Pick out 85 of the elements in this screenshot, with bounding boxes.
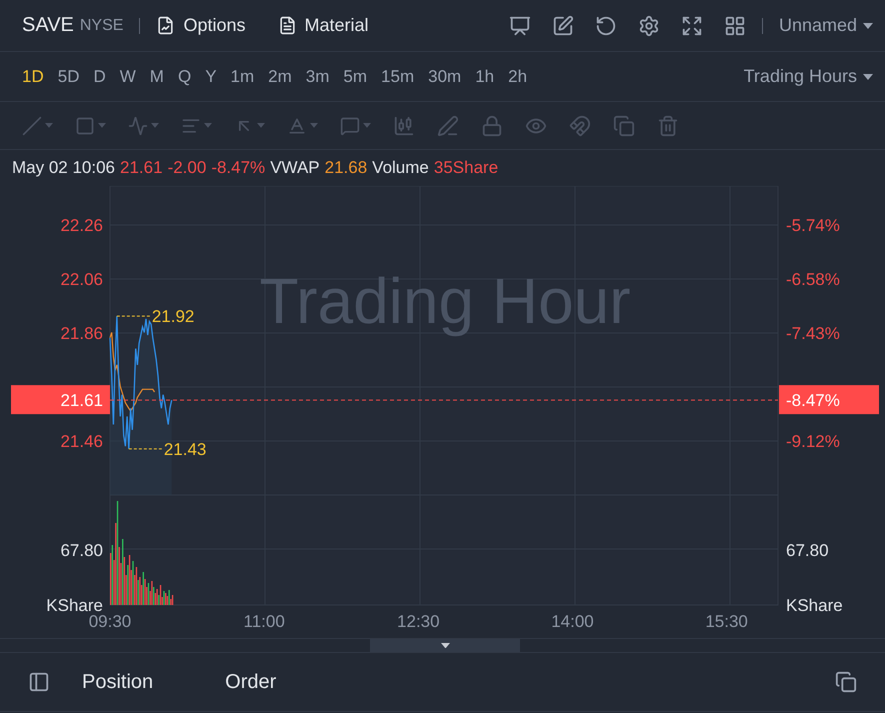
volume-unit-label: KShare (786, 596, 843, 615)
refresh-icon[interactable] (594, 14, 617, 36)
quote-text: Volume (372, 158, 429, 178)
percent-axis-label: -7.43% (786, 324, 840, 343)
time-axis-label: 12:30 (397, 612, 440, 631)
caret-icon (151, 123, 159, 128)
quote-text: 35Share (434, 158, 498, 178)
time-axis-label: 09:30 (88, 612, 132, 631)
price-axis-label: 22.26 (60, 216, 103, 235)
period-tab[interactable]: 15m (381, 66, 414, 86)
line-tool-icon[interactable] (22, 116, 42, 136)
symbol-text: SAVE (22, 14, 74, 37)
volume-axis-label: 67.80 (786, 541, 829, 560)
period-tab[interactable]: 2m (268, 66, 292, 86)
pattern-tool-icon[interactable] (128, 116, 148, 136)
leader-line (128, 448, 162, 450)
menu-button[interactable]: Material (278, 15, 369, 36)
percent-axis-label: -9.12% (786, 432, 840, 451)
menu-button[interactable]: Options (156, 15, 246, 36)
caret-icon (257, 123, 265, 128)
chart-document-icon (156, 16, 176, 35)
caret-icon (98, 123, 106, 128)
period-tab[interactable]: W (120, 66, 136, 86)
percent-marker: -8.47% (779, 385, 879, 414)
period-tab[interactable]: M (150, 66, 164, 86)
caret-icon (45, 123, 53, 128)
period-tab[interactable]: Q (178, 66, 192, 86)
fullscreen-icon[interactable] (680, 14, 703, 36)
candlestick-icon[interactable] (393, 114, 415, 136)
period-tab[interactable]: D (93, 66, 106, 86)
exchange-text: NYSE (80, 16, 124, 34)
text-tool-icon[interactable] (287, 116, 307, 136)
caret-icon (204, 123, 212, 128)
caret-icon (863, 74, 873, 80)
quote-text: -8.47% (211, 158, 266, 178)
quote-text: -2.00 (168, 158, 206, 178)
time-axis-label: 15:30 (705, 612, 748, 631)
period-tab[interactable]: 5m (343, 66, 368, 86)
grid-icon[interactable] (724, 14, 746, 36)
panel-icon[interactable] (28, 671, 50, 693)
session-dropdown[interactable]: Trading Hours (744, 66, 873, 87)
percent-axis-label: -6.58% (786, 270, 840, 289)
price-axis-label: 22.06 (60, 270, 103, 289)
caret-icon (363, 123, 371, 128)
quote-text: 21.61 (120, 158, 163, 178)
settings-icon[interactable] (638, 14, 660, 36)
time-axis-label: 14:00 (551, 612, 594, 631)
period-tab[interactable]: 1m (230, 66, 254, 86)
period-tab[interactable]: 1D (22, 66, 44, 86)
label-tool-icon[interactable] (340, 116, 360, 136)
period-tab[interactable]: 2h (508, 66, 528, 86)
price-axis-label: 21.46 (60, 432, 103, 451)
quote-text: 21.68 (324, 158, 368, 178)
volume-axis-label: 67.80 (60, 541, 103, 560)
price-marker: 21.61 (11, 385, 110, 414)
period-tab[interactable]: 1h (475, 66, 494, 86)
panel-tab[interactable]: Order (225, 670, 276, 694)
caret-icon (440, 642, 450, 648)
percent-axis-label: -5.74% (786, 216, 840, 235)
price-axis-label: 21.86 (60, 324, 103, 343)
caret-icon (310, 123, 318, 128)
extreme-price-label: 21.43 (164, 440, 206, 459)
volume-unit-label: KShare (46, 596, 103, 615)
panel-tab[interactable]: Position (82, 670, 154, 694)
quote-text: VWAP (270, 158, 320, 178)
document-icon (278, 16, 296, 35)
copy-icon[interactable] (835, 671, 857, 693)
period-tab[interactable]: 30m (428, 66, 462, 86)
trash-icon[interactable] (657, 114, 679, 136)
period-tab[interactable]: Y (205, 66, 217, 86)
period-tab[interactable]: 5D (58, 66, 80, 86)
caret-icon (863, 22, 873, 28)
pen-icon[interactable] (437, 114, 459, 136)
rectangle-tool-icon[interactable] (75, 116, 95, 136)
layout-dropdown[interactable]: Unnamed (778, 15, 873, 36)
magnet-icon[interactable] (569, 114, 591, 136)
collapse-handle[interactable] (370, 639, 520, 652)
lock-icon[interactable] (481, 114, 503, 136)
quote-text: May 02 10:06 (12, 158, 116, 178)
chart-monitor-icon[interactable] (508, 14, 531, 36)
time-axis-label: 11:00 (244, 612, 285, 631)
extreme-price-label: 21.92 (152, 307, 194, 326)
leader-line (116, 316, 150, 317)
period-tab[interactable]: 3m (306, 66, 330, 86)
edit-icon[interactable] (552, 14, 574, 36)
